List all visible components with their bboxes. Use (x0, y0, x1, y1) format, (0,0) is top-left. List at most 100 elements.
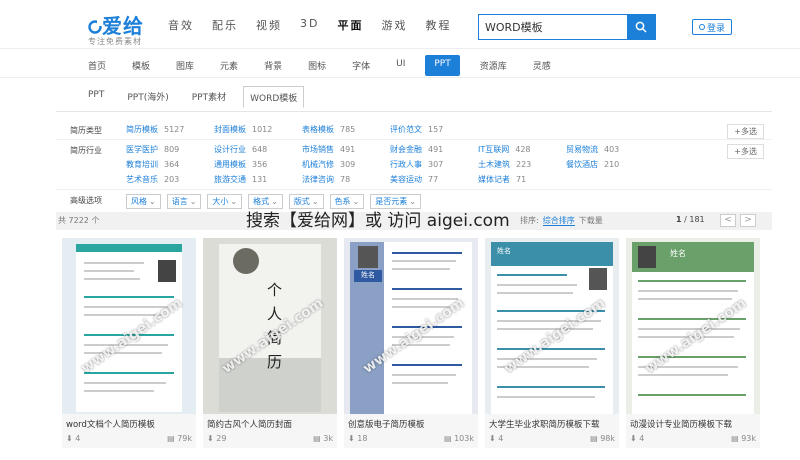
name-label: 姓名 (497, 247, 511, 255)
category-tab[interactable]: 字体 (346, 55, 376, 76)
chevron-down-icon: ⌄ (352, 197, 360, 206)
download-count: ⬇ 29 (207, 434, 227, 443)
name-label: 姓名 (670, 249, 686, 258)
filter-option[interactable]: 表格模板 785 (302, 124, 390, 135)
card-title: 动漫设计专业简历模板下载 (630, 420, 733, 430)
filter-option[interactable]: 市场销售 491 (302, 144, 390, 155)
filter-option[interactable]: 教育培训 364 (126, 159, 214, 170)
category-tab[interactable]: 灵感 (527, 55, 557, 76)
user-icon (698, 24, 705, 30)
main-nav-item[interactable]: 3D (300, 17, 319, 33)
category-tab[interactable]: 资源库 (474, 55, 513, 76)
file-size: ▤ 98k (590, 434, 615, 443)
logo[interactable]: 爱给 专注免费素材 (88, 10, 144, 46)
advanced-option-dropdown[interactable]: 风格 ⌄ (126, 194, 161, 209)
multi-select-button[interactable]: +多选 (727, 144, 764, 159)
ppt-tabs: PPT PPT(海外) PPT素材 WORD模板 (82, 86, 315, 108)
category-tab[interactable]: 元素 (214, 55, 244, 76)
card-title: word文档个人简历模板 (66, 420, 155, 430)
tab[interactable]: PPT (82, 86, 110, 108)
main-nav-item[interactable]: 游戏 (381, 17, 407, 33)
advanced-option-dropdown[interactable]: 语言 ⌄ (166, 194, 202, 209)
filter-option[interactable]: 设计行业 648 (214, 144, 302, 155)
filter-option[interactable]: 评价范文 157 (390, 124, 478, 135)
category-tab[interactable]: UI (390, 55, 411, 76)
advanced-option-dropdown[interactable]: 是否元素 ⌄ (370, 194, 421, 209)
template-card[interactable]: 姓名 www.aigei.com 创意版电子简历模板 ⬇ 18 ▤ 103k (344, 238, 478, 448)
filter-option[interactable]: 旅游交通 131 (214, 174, 302, 185)
filter-option[interactable]: 通用模板 356 (214, 159, 302, 170)
search-icon (635, 21, 647, 33)
template-card[interactable]: www.aigei.com word文档个人简历模板 ⬇ 4 ▤ 79k (62, 238, 196, 448)
filter-option[interactable]: 简历模板 5127 (126, 124, 214, 135)
tab[interactable]: PPT素材 (186, 86, 232, 108)
chevron-down-icon: ⌄ (409, 197, 416, 206)
prev-page-button[interactable]: < (720, 214, 736, 227)
tab-active[interactable]: WORD模板 (243, 86, 305, 108)
top-bar: 爱给 专注免费素材 音效 配乐 视频 3D 平面 游戏 教程 登录 (0, 0, 800, 48)
template-card[interactable]: 姓名 www.aigei.com 大学生毕业求职简历模板下载 ⬇ 4 ▤ 98k (485, 238, 619, 448)
download-count: ⬇ 18 (348, 434, 368, 443)
promo-banner: 搜索【爱给网】或 访问 aigei.com (246, 211, 510, 231)
main-nav-item[interactable]: 教程 (425, 17, 451, 33)
advanced-option-dropdown[interactable]: 格式 ⌄ (248, 194, 283, 209)
multi-select-button[interactable]: +多选 (727, 124, 764, 139)
filter-option[interactable]: 媒体记者 71 (478, 174, 566, 185)
category-tab-active[interactable]: PPT (425, 55, 460, 76)
chevron-down-icon: ⌄ (311, 197, 319, 206)
filter-panel: 简历类型 简历模板 5127 封面模板 1012 表格模板 785 评价范文 157 +… (56, 120, 772, 214)
advanced-option-dropdown[interactable]: 版式 ⌄ (288, 194, 324, 209)
advanced-option-dropdown[interactable]: 色系 ⌄ (329, 194, 365, 209)
template-thumbnail: 个人简历 www.aigei.com (203, 238, 337, 414)
filter-option[interactable]: 美容运动 77 (390, 174, 478, 185)
main-nav-item[interactable]: 视频 (256, 17, 282, 33)
download-count: ⬇ 4 (489, 434, 504, 443)
file-size: ▤ 93k (731, 434, 756, 443)
category-tab[interactable]: 首页 (82, 55, 112, 76)
chevron-down-icon: ⌄ (149, 197, 156, 206)
filter-option[interactable]: IT互联网 428 (478, 144, 566, 155)
chevron-down-icon: ⌄ (271, 197, 278, 206)
filter-option[interactable]: 行政人事 307 (390, 159, 478, 170)
advanced-option-dropdown[interactable]: 大小 ⌄ (207, 194, 243, 209)
filter-option[interactable]: 机械汽修 309 (302, 159, 390, 170)
template-card[interactable]: 个人简历 www.aigei.com 简约古风个人简历封面 ⬇ 29 ▤ 3k (203, 238, 337, 448)
sort-option[interactable]: 下载量 (579, 216, 603, 225)
pagination: 1 / 181 (676, 215, 705, 224)
filter-option[interactable]: 封面模板 1012 (214, 124, 302, 135)
filter-row-industry: 简历行业 医学医护 809 设计行业 648 市场销售 491 财会金融 491 IT互联网 42… (56, 140, 772, 190)
category-tab[interactable]: 图标 (302, 55, 332, 76)
filter-label: 简历类型 (70, 126, 102, 135)
logo-mark: 爱给 (88, 10, 144, 39)
filter-option[interactable]: 贸易物流 403 (566, 144, 654, 155)
filter-option[interactable]: 土木建筑 223 (478, 159, 566, 170)
next-page-button[interactable]: > (740, 214, 756, 227)
filter-option[interactable]: 财会金融 491 (390, 144, 478, 155)
login-button[interactable]: 登录 (692, 19, 732, 35)
result-count: 共 7222 个 (58, 216, 100, 225)
filter-option[interactable]: 医学医护 809 (126, 144, 214, 155)
search-input[interactable] (479, 15, 625, 39)
category-tab[interactable]: 模板 (126, 55, 156, 76)
search-button[interactable] (627, 15, 655, 39)
card-title: 创意版电子简历模板 (348, 420, 425, 430)
tab[interactable]: PPT(海外) (121, 86, 174, 108)
category-tab[interactable]: 背景 (258, 55, 288, 76)
sort-controls: 排序: 综合排序 下载量 (520, 216, 603, 226)
card-title: 简约古风个人简历封面 (207, 420, 293, 430)
main-nav-item[interactable]: 配乐 (212, 17, 238, 33)
card-title: 大学生毕业求职简历模板下载 (489, 420, 600, 430)
file-size: ▤ 79k (167, 434, 192, 443)
name-label: 姓名 (354, 270, 382, 282)
sort-option-active[interactable]: 综合排序 (542, 216, 575, 226)
main-nav-item-active[interactable]: 平面 (337, 17, 363, 33)
filter-option[interactable]: 餐饮酒店 210 (566, 159, 654, 170)
category-nav: 首页 模板 图库 元素 背景 图标 字体 UI PPT 资源库 灵感 (0, 48, 800, 78)
filter-option[interactable]: 法律咨询 78 (302, 174, 390, 185)
main-nav-item[interactable]: 音效 (168, 17, 194, 33)
filter-option[interactable]: 艺术音乐 203 (126, 174, 214, 185)
category-tab[interactable]: 图库 (170, 55, 200, 76)
main-nav: 音效 配乐 视频 3D 平面 游戏 教程 (168, 17, 469, 33)
download-count: ⬇ 4 (630, 434, 645, 443)
template-card[interactable]: 姓名 www.aigei.com 动漫设计专业简历模板下载 ⬇ 4 ▤ 93k (626, 238, 760, 448)
